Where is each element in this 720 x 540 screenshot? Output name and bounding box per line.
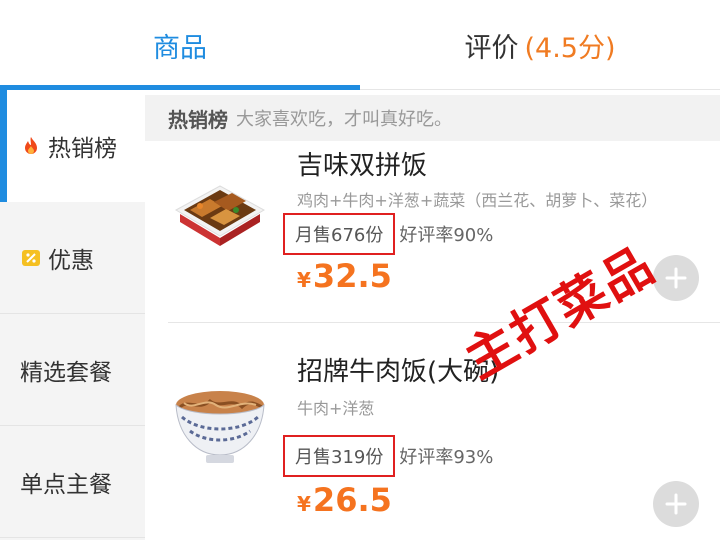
- sidebar-item-single-main[interactable]: 单点主餐: [0, 426, 145, 538]
- dish-stats: 月售676份 好评率90%: [283, 213, 493, 255]
- tab-goods[interactable]: 商品: [0, 0, 360, 90]
- monthly-sales: 月售676份: [283, 213, 396, 255]
- sidebar-item-label: 热销榜: [48, 136, 117, 162]
- sidebar-item-label: 精选套餐: [20, 359, 112, 386]
- discount-tag-icon: [22, 249, 40, 266]
- dish-description: 鸡肉+牛肉+洋葱+蔬菜（西兰花、胡萝卜、菜花）: [297, 191, 658, 210]
- price-amount: 32.5: [312, 257, 392, 295]
- sidebar-item-label: 优惠: [48, 247, 94, 274]
- dish-description: 牛肉+洋葱: [297, 399, 375, 418]
- review-score: (4.5分): [524, 32, 616, 64]
- currency-symbol: ¥: [297, 492, 311, 516]
- top-tab-bar: 商品 评价 (4.5分): [0, 0, 720, 90]
- plus-icon: [665, 267, 687, 289]
- section-title: 热销榜: [168, 107, 228, 132]
- sidebar-item-label: 单点主餐: [20, 471, 112, 498]
- section-header: 热销榜 大家喜欢吃，才叫真好吃。: [145, 95, 720, 141]
- rating: 好评率93%: [399, 447, 494, 468]
- price: ¥32.5: [297, 257, 392, 295]
- sidebar-item-combo-meals[interactable]: 精选套餐: [0, 314, 145, 426]
- section-subtitle: 大家喜欢吃，才叫真好吃。: [236, 109, 452, 130]
- plus-icon: [665, 493, 687, 515]
- monthly-sales: 月售319份: [283, 435, 396, 477]
- price: ¥26.5: [297, 481, 392, 519]
- dish-name: 吉味双拼饭: [297, 151, 428, 181]
- dish-stats: 月售319份 好评率93%: [283, 435, 493, 477]
- tab-reviews[interactable]: 评价 (4.5分): [360, 0, 720, 90]
- price-amount: 26.5: [312, 481, 392, 519]
- bento-rice-image: [174, 185, 266, 246]
- currency-symbol: ¥: [297, 268, 311, 292]
- tab-reviews-label: 评价: [464, 32, 519, 64]
- flame-icon: [25, 137, 37, 154]
- beef-bowl-image: [175, 391, 265, 463]
- sidebar-item-discount[interactable]: 优惠: [0, 202, 145, 314]
- category-sidebar: 热销榜 优惠 精选套餐 单点主餐: [0, 90, 145, 540]
- tab-goods-label: 商品: [153, 32, 207, 64]
- dish-card[interactable]: 招牌牛肉饭(大碗) 牛肉+洋葱 月售319份 好评率93% ¥26.5: [145, 323, 720, 540]
- sidebar-item-hot-sales[interactable]: 热销榜: [0, 90, 145, 202]
- add-to-cart-button[interactable]: [653, 481, 699, 527]
- rating: 好评率90%: [399, 225, 494, 246]
